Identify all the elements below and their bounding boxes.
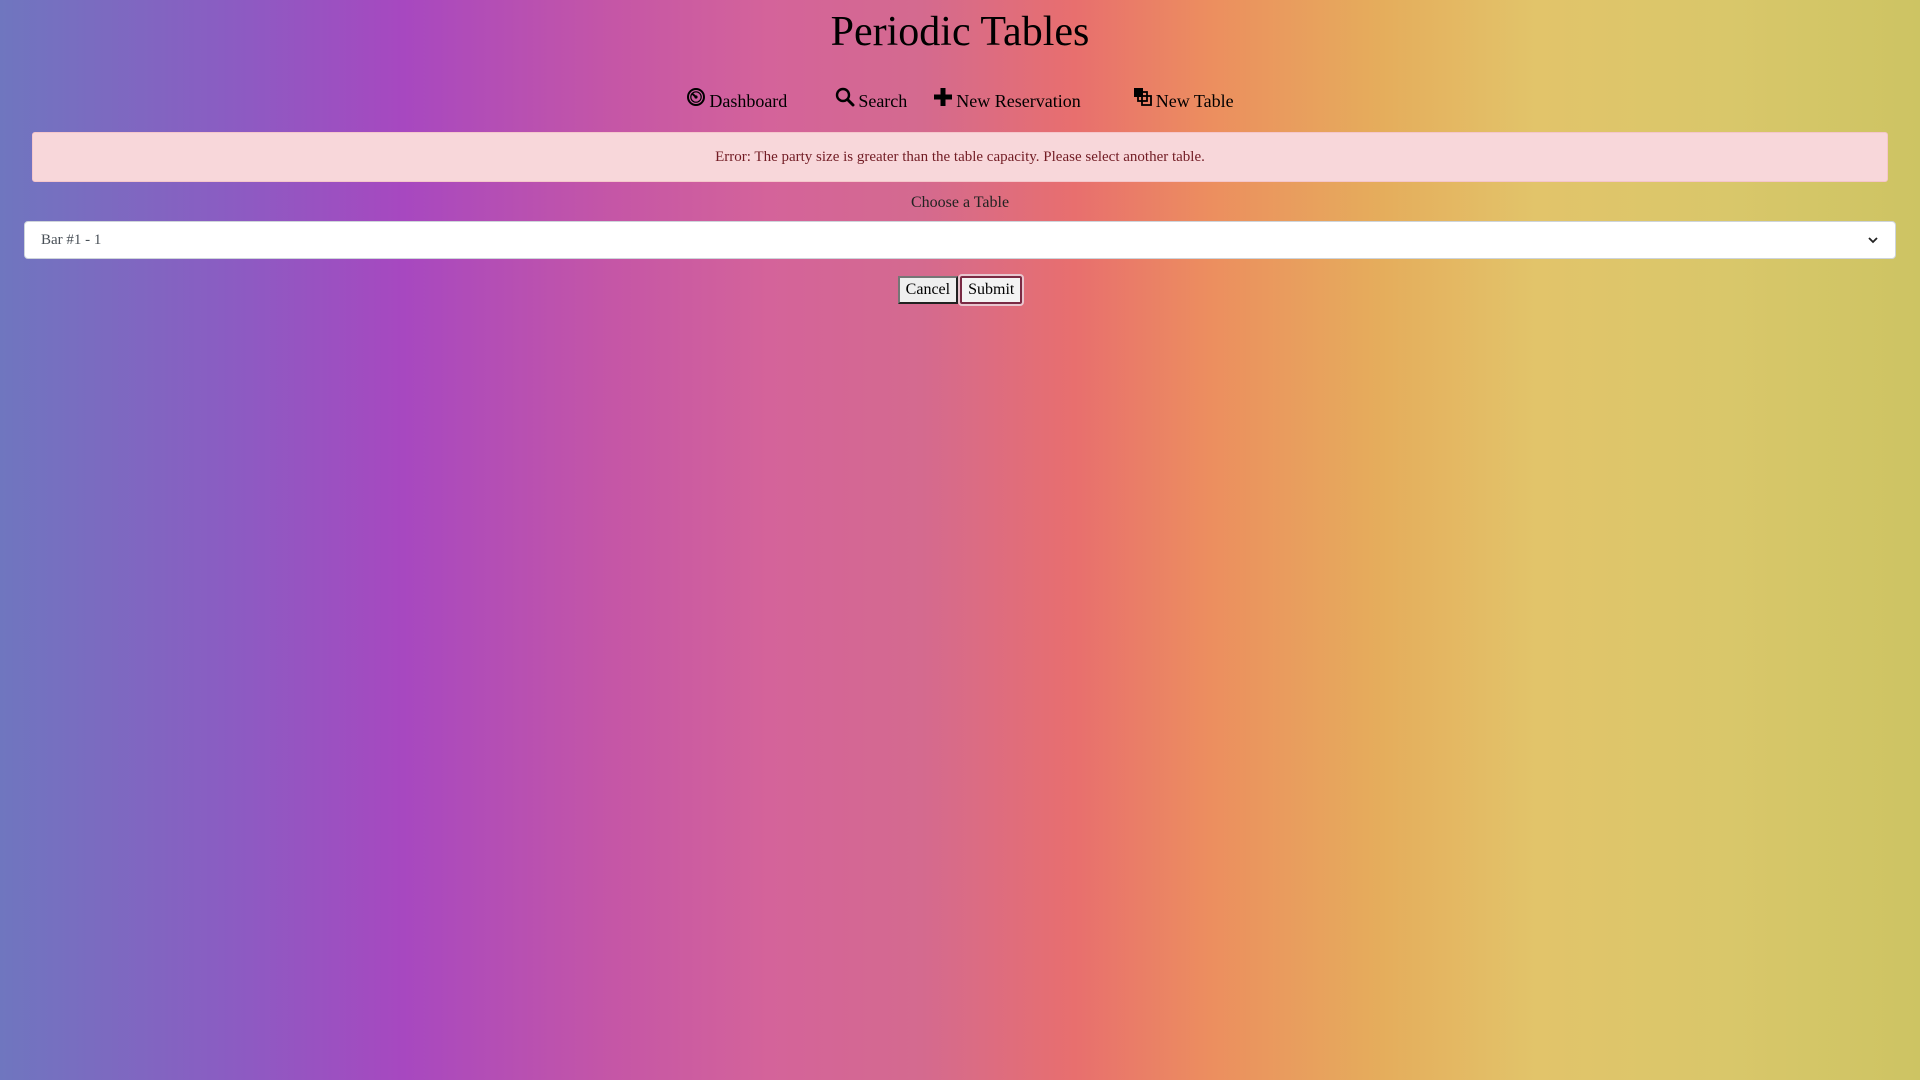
nav-item-label: Dashboard [709,90,788,111]
chevron-down-icon [1867,234,1879,246]
choose-table-label: Choose a Table [910,194,1010,211]
dashboard-icon [686,87,706,107]
table-select-value: Bar #1 - 1 [41,231,102,248]
table-select[interactable]: Bar #1 - 1 [24,221,1896,259]
plus-icon [933,87,953,107]
nav-item-dashboard[interactable]: Dashboard [686,88,788,112]
layers-icon [1133,87,1153,107]
submit-button[interactable]: Submit [958,274,1025,306]
search-icon [835,87,855,107]
table-select-wrapper: Bar #1 - 1 [24,221,1896,259]
nav-item-search[interactable]: Search [835,87,908,112]
error-message: Error: The party size is greater than th… [715,148,1205,165]
cancel-button[interactable]: Cancel [897,276,959,304]
main-nav: Dashboard Search New Reservation New Tab… [0,76,1920,126]
nav-item-label: New Table [1155,90,1234,111]
nav-item-label: New Reservation [956,90,1081,111]
nav-item-new-table[interactable]: New Table [1133,88,1234,112]
form-actions: Cancel Submit [0,274,1920,306]
error-alert: Error: The party size is greater than th… [32,132,1888,182]
nav-item-label: Search [858,90,908,111]
page-title: Periodic Tables [830,9,1090,55]
nav-item-new-reservation[interactable]: New Reservation [933,88,1081,112]
